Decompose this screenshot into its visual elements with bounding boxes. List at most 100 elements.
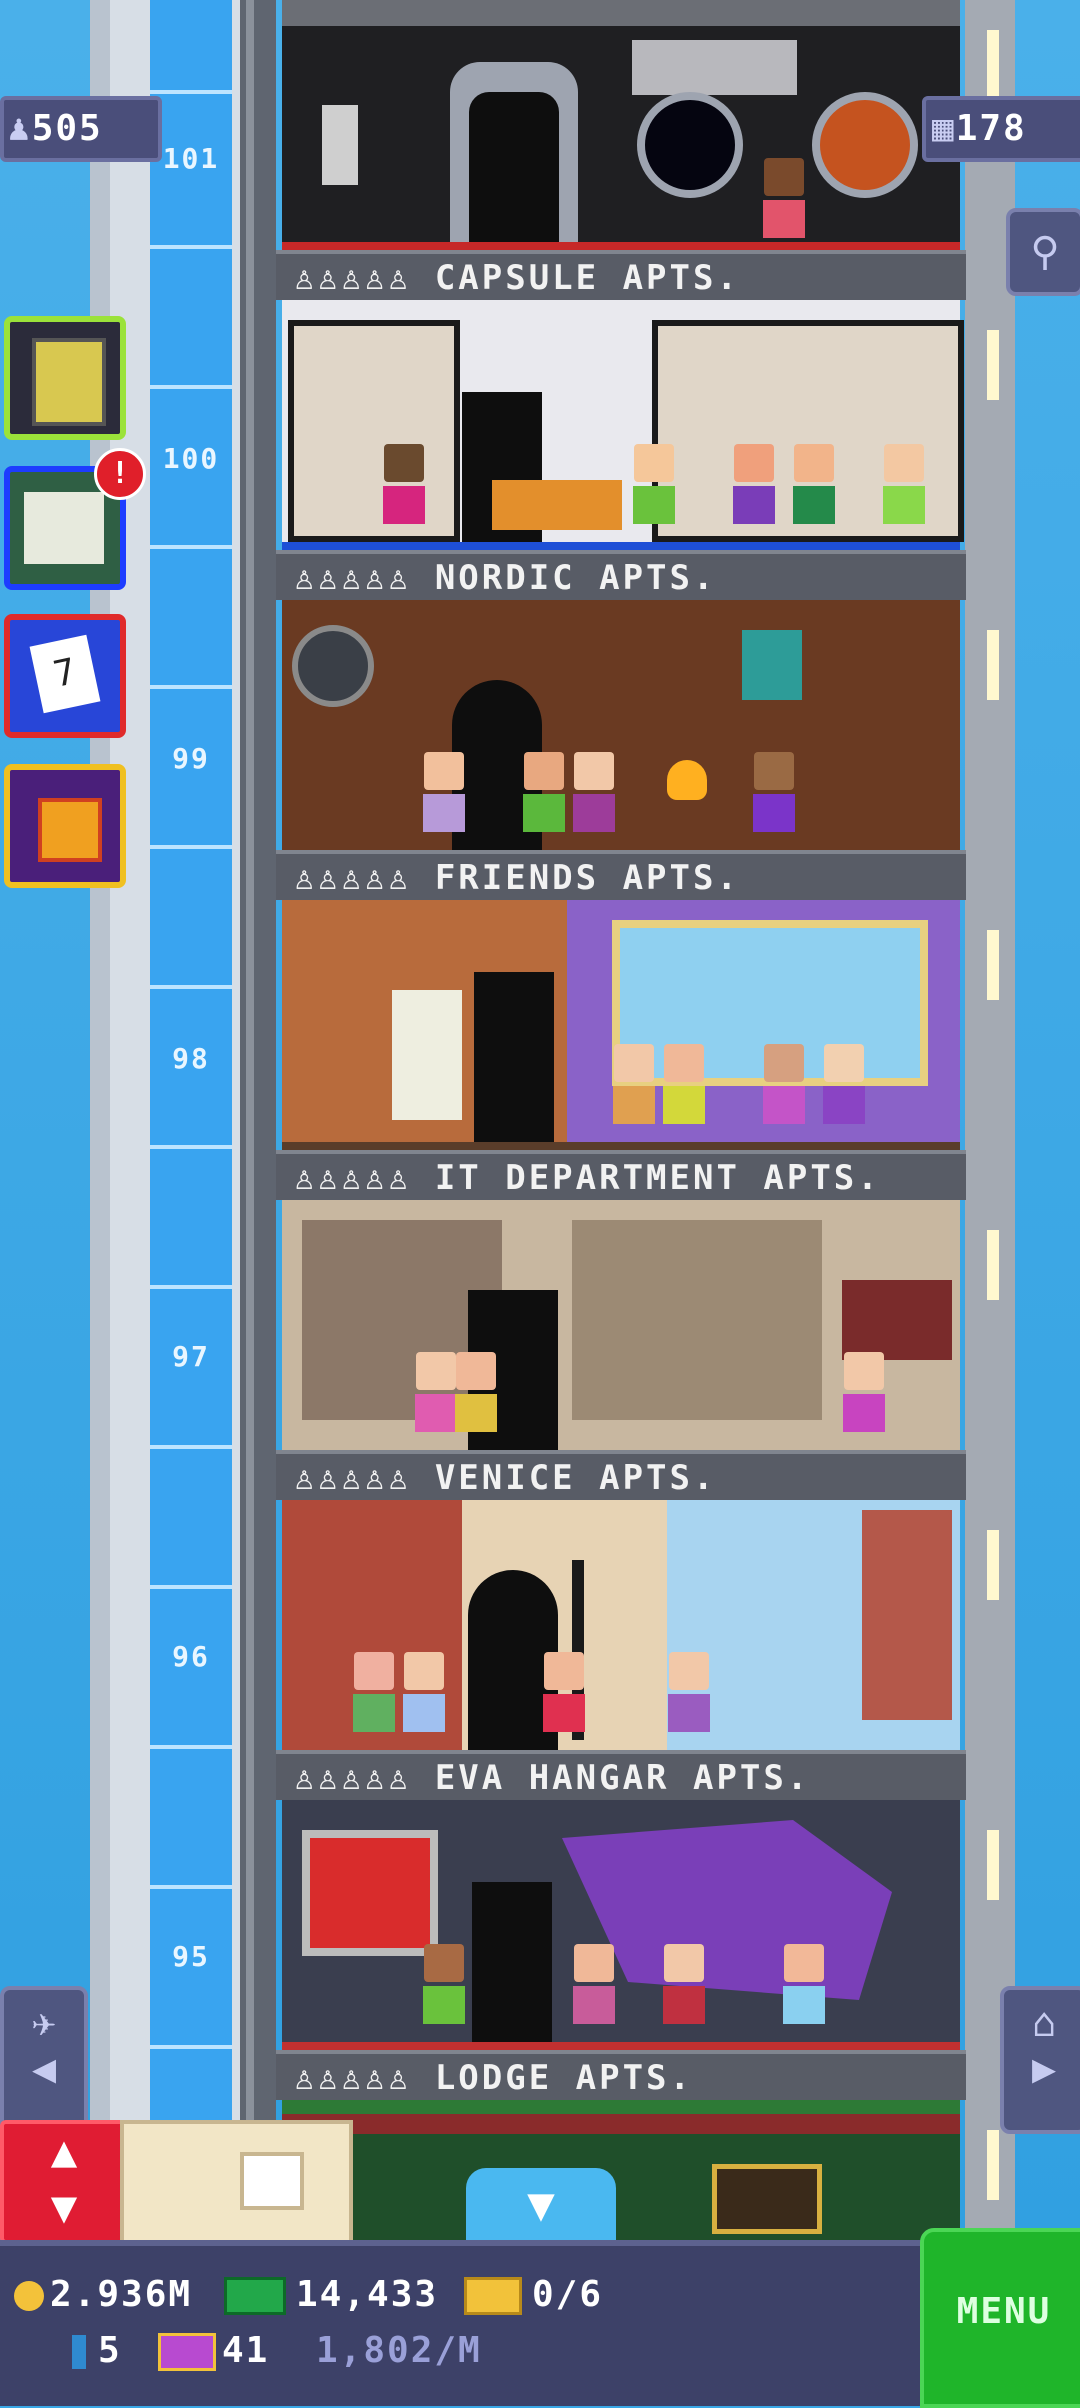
floor-friends-apts[interactable]: ♙♙♙♙♙ FRIENDS APTS. [276,600,966,900]
porthole-space [637,92,743,198]
floor-label-bar: ♙♙♙♙♙ IT DEPARTMENT APTS. [276,1150,966,1200]
hangar-display [302,1830,438,1956]
tower-right-wall [965,0,1015,2230]
bitizen[interactable] [382,444,426,524]
gift-icon [38,798,102,862]
door[interactable] [469,92,559,242]
floor-number: 101 [162,142,220,175]
person-icon: ♟ [8,108,32,149]
track-segment [150,1585,232,1589]
bitizen[interactable] [732,444,776,524]
track-segment [150,385,232,389]
track-segment [150,2045,232,2049]
room-interior[interactable] [282,300,964,550]
home-nav-button[interactable]: ⌂ ▶ [1000,1986,1080,2134]
bitizen[interactable] [762,158,806,238]
missions-button[interactable]: ! [4,448,146,590]
bitizen[interactable] [662,1044,706,1124]
room-interior[interactable] [282,1500,960,1750]
elevator-control-button[interactable]: ▲ ▼ [0,2120,128,2244]
room-interior[interactable] [282,600,960,850]
floor-lodge-apts[interactable]: ♙♙♙♙♙ LODGE APTS. [276,1800,966,2100]
bitizen-icon [72,2335,86,2369]
bitizen[interactable] [822,1044,866,1124]
bitizen[interactable] [762,1044,806,1124]
door[interactable] [472,1882,552,2042]
stock-bar [120,2120,353,2244]
golden-tickets-stat: 41 [158,2330,269,2371]
bitizen[interactable] [842,1352,886,1432]
porthole-mars [812,92,918,198]
floor-lodge-partial[interactable] [276,2100,966,2254]
floor-name: ♙♙♙♙♙ VENICE APTS. [294,1458,717,1498]
window-light [987,1230,999,1300]
bitizen[interactable] [352,1652,396,1732]
bitizen[interactable] [632,444,676,524]
scroll-down-button[interactable]: ▼ [466,2168,616,2240]
room-interior[interactable] [282,2100,960,2254]
calendar-button[interactable]: 7 [4,614,126,738]
bitizen[interactable] [422,752,466,832]
room-interior[interactable] [282,900,960,1150]
elevator-nav-button[interactable]: ✈ ◀ [0,1986,88,2134]
floor-label-bar: ♙♙♙♙♙ VENICE APTS. [276,1450,966,1500]
bitizen[interactable] [422,1944,466,2024]
floor-eva-hangar-apts[interactable]: ♙♙♙♙♙ EVA HANGAR APTS. [276,1500,966,1800]
bitizens-stat: 5 [72,2330,122,2371]
bitizen[interactable] [782,1944,826,2024]
floor-venice-apts[interactable]: ♙♙♙♙♙ VENICE APTS. [276,1200,966,1500]
room-interior[interactable] [282,0,960,250]
floor-name: ♙♙♙♙♙ FRIENDS APTS. [294,858,740,898]
bitizens-value: 5 [98,2330,122,2371]
floor-it-department-apts[interactable]: ♙♙♙♙♙ IT DEPARTMENT APTS. [276,900,966,1200]
door[interactable] [474,972,554,1142]
floor-counter[interactable]: ▦178 [922,96,1080,162]
room-interior[interactable] [282,1800,960,2050]
floor-name: ♙♙♙♙♙ IT DEPARTMENT APTS. [294,1158,881,1198]
floor-nordic-apts[interactable]: ♙♙♙♙♙ NORDIC APTS. [276,300,966,600]
floor-capsule-apts[interactable]: ♙♙♙♙♙ CAPSULE APTS. [276,0,966,300]
floor-label-bar: ♙♙♙♙♙ NORDIC APTS. [276,550,966,600]
build-floor-button[interactable] [4,316,126,440]
chevron-down-icon: ▼ [527,2177,555,2231]
up-down-arrows-icon: ▲ ▼ [50,2126,78,2233]
room-interior[interactable] [282,1200,960,1450]
bitizen[interactable] [667,1652,711,1732]
storage-box-icon[interactable] [240,2152,304,2210]
tickets-value: 0/6 [532,2274,604,2315]
population-counter[interactable]: ♟505 [0,96,162,162]
window-light [987,330,999,400]
posters-wall [572,1220,822,1420]
bitizen[interactable] [542,1652,586,1732]
floor-name: ♙♙♙♙♙ CAPSULE APTS. [294,258,740,298]
ceiling [282,0,960,26]
shelf-left [288,320,460,542]
bitizen[interactable] [454,1352,498,1432]
bitizen[interactable] [612,1044,656,1124]
window-light [987,1530,999,1600]
bitizen[interactable] [572,752,616,832]
bitizen[interactable] [882,444,926,524]
bitizen[interactable] [414,1352,458,1432]
wolf-trophy [742,630,802,700]
menu-button[interactable]: MENU [920,2228,1080,2408]
bitizen[interactable] [662,1944,706,2024]
track-segment [150,685,232,689]
tower-left-wall [240,0,276,2230]
gift-button[interactable] [4,764,126,888]
search-button[interactable]: ⚲ [1006,208,1080,296]
window-light [987,930,999,1000]
bitizen[interactable] [402,1652,446,1732]
track-segment [150,1745,232,1749]
fridge [392,990,462,1120]
bitizen[interactable] [572,1944,616,2024]
population-value: 505 [31,108,103,149]
bitizen[interactable] [522,752,566,832]
coins-stat: 2.936M [14,2274,192,2315]
control-panel [322,105,358,185]
tickets-stat: 0/6 [464,2274,603,2315]
bitizen[interactable] [792,444,836,524]
floor-label-bar: ♙♙♙♙♙ LODGE APTS. [276,2050,966,2100]
bitizen[interactable] [752,752,796,832]
floor-number: 98 [172,1042,210,1075]
